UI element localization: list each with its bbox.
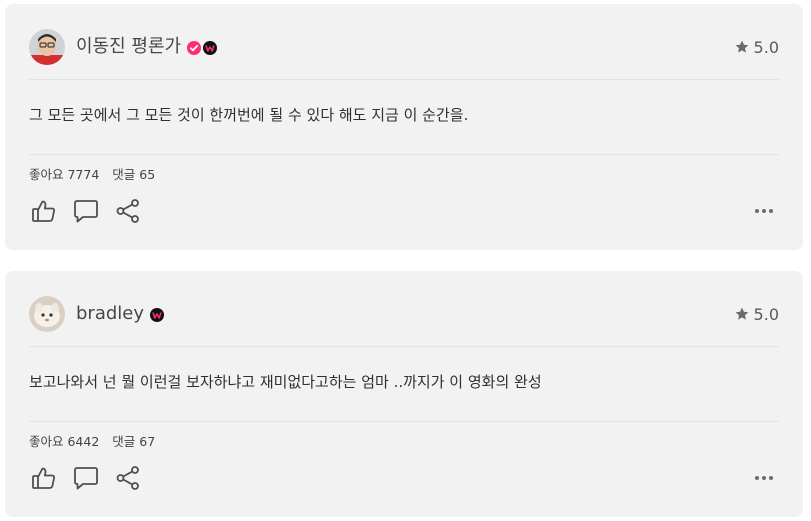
divider <box>29 421 779 422</box>
review-header: bradley 5.0 <box>29 294 779 334</box>
review-text[interactable]: 보고나와서 넌 뭘 이런걸 보자하냐고 재미없다고하는 엄마 ..까지가 이 영… <box>29 371 779 393</box>
rating: 5.0 <box>734 305 779 324</box>
comment-bubble-icon <box>74 200 98 223</box>
divider <box>29 154 779 155</box>
thumbs-up-icon <box>32 467 55 489</box>
thumbs-up-icon <box>32 200 55 222</box>
review-actions <box>29 463 155 493</box>
review-header: 이동진 평론가 5.0 <box>29 27 779 67</box>
rating-value: 5.0 <box>753 37 779 57</box>
star-icon <box>735 307 748 320</box>
review-actions <box>29 196 155 226</box>
more-options-button[interactable] <box>753 467 775 489</box>
comment-button[interactable] <box>71 196 101 226</box>
avatar[interactable] <box>29 29 65 65</box>
like-count: 좋아요 7774 <box>29 167 100 182</box>
verified-check-icon <box>187 40 202 55</box>
watcha-badge-icon <box>150 307 165 322</box>
divider <box>29 346 779 347</box>
comment-button[interactable] <box>71 463 101 493</box>
rating-value: 5.0 <box>753 304 779 324</box>
review-stats: 좋아요 7774 댓글 65 <box>29 166 164 184</box>
star-icon <box>735 40 748 53</box>
like-count: 좋아요 6442 <box>29 434 100 449</box>
reply-count: 댓글 67 <box>112 434 156 449</box>
rating: 5.0 <box>734 38 779 57</box>
reply-count: 댓글 65 <box>112 167 156 182</box>
review-stats: 좋아요 6442 댓글 67 <box>29 433 164 451</box>
avatar[interactable] <box>29 296 65 332</box>
review-card: bradley 5.0 보고나와서 넌 뭘 이런걸 보자하냐고 재미없다고하는 … <box>5 271 803 517</box>
more-dots-icon <box>755 209 773 213</box>
more-options-button[interactable] <box>753 200 775 222</box>
share-icon <box>116 466 139 490</box>
review-text[interactable]: 그 모든 곳에서 그 모든 것이 한꺼번에 될 수 있다 해도 지금 이 순간을… <box>29 104 779 126</box>
divider <box>29 79 779 80</box>
username[interactable]: 이동진 평론가 <box>76 27 181 67</box>
watcha-badge-icon <box>203 40 218 55</box>
like-button[interactable] <box>29 196 59 226</box>
review-card: 이동진 평론가 5.0 그 모든 곳에서 그 모든 것이 한꺼번에 될 수 있다… <box>5 4 803 250</box>
username[interactable]: bradley <box>76 294 144 334</box>
comment-bubble-icon <box>74 467 98 490</box>
like-button[interactable] <box>29 463 59 493</box>
share-button[interactable] <box>113 463 143 493</box>
share-icon <box>116 199 139 223</box>
more-dots-icon <box>755 476 773 480</box>
share-button[interactable] <box>113 196 143 226</box>
